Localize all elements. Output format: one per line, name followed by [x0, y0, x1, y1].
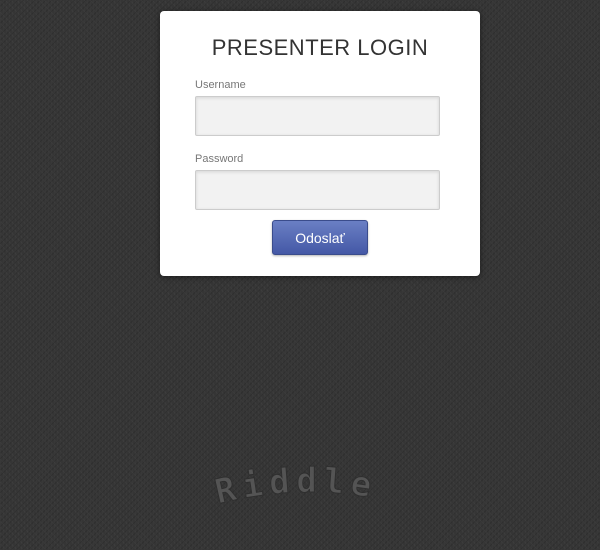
svg-text:Riddle: Riddle: [211, 462, 380, 513]
password-input[interactable]: [195, 170, 440, 210]
riddle-logo-text: Riddle: [211, 462, 375, 513]
username-label: Username: [195, 79, 246, 91]
login-card: PRESENTER LOGIN Username Password Odosla…: [160, 11, 480, 276]
login-title: PRESENTER LOGIN: [211, 35, 429, 60]
username-input[interactable]: [195, 96, 440, 136]
submit-button[interactable]: Odoslať: [272, 220, 368, 255]
riddle-logo: Riddle: [211, 462, 380, 513]
password-label: Password: [195, 153, 244, 165]
